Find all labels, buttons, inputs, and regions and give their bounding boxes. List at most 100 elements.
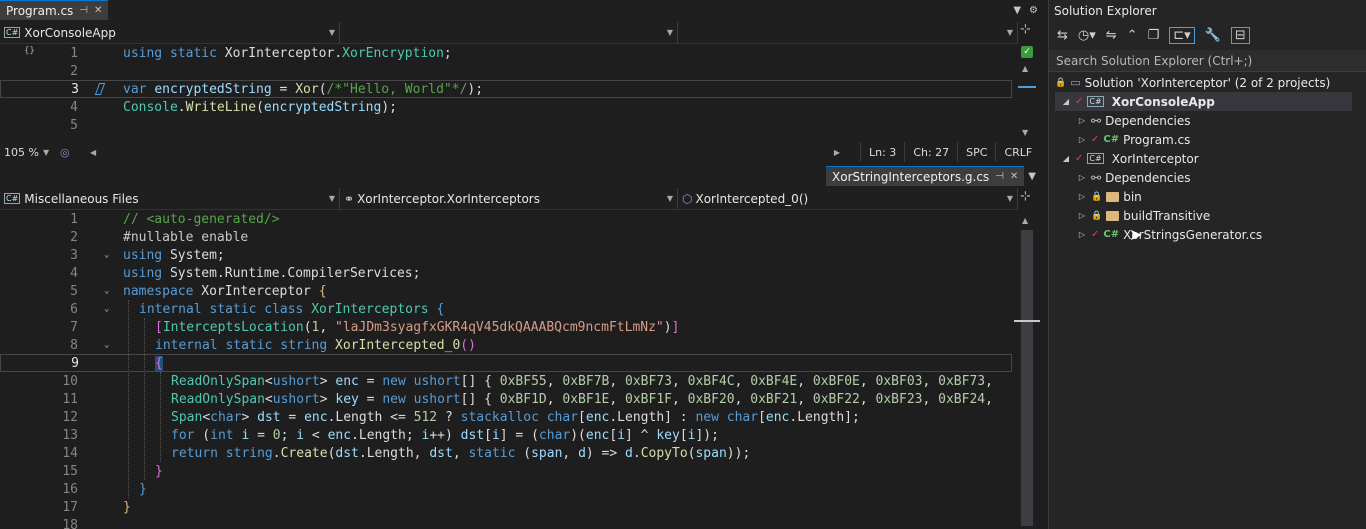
scroll-left-icon[interactable]: ◀ [90,148,96,157]
collapsed-chevron-icon[interactable]: ▷ [1077,192,1087,201]
preview-icon[interactable]: ⊟ [1230,26,1250,44]
tree-item-xorstringsgenerator[interactable]: ▷ ✓ C# XorStringsGenerator.cs [1077,225,1262,244]
code-line-current[interactable]: 9 { [0,354,1012,372]
project-dropdown[interactable]: C# XorConsoleApp ▼ [0,22,340,43]
sync-icon[interactable]: ⇋ [1106,28,1117,43]
settings-gear-icon[interactable]: ⚙ [1029,5,1038,16]
tree-item-label: XorConsoleApp [1111,94,1215,109]
scroll-up-icon[interactable]: ▲ [1022,64,1028,73]
tab-list-dropdown-icon[interactable]: ▼ [1028,171,1044,182]
code-line[interactable]: 2 #nullable enable [0,228,1018,246]
code-line[interactable]: 18 [0,516,1018,529]
tree-item-buildtransitive[interactable]: ▷ 🔒 buildTransitive [1077,206,1210,225]
tab-program-cs[interactable]: Program.cs ⊣ ✕ [0,0,109,20]
code-line[interactable]: 11 ReadOnlySpan<ushort> key = new ushort… [0,390,1018,408]
code-line[interactable]: 4 using System.Runtime.CompilerServices; [0,264,1018,282]
code-line[interactable]: 4 Console.WriteLine(encryptedString); [0,98,1018,116]
switch-views-icon[interactable]: ⇆ [1057,28,1068,43]
zoom-dropdown[interactable]: 105 % ▼ [0,146,60,159]
tab-label: XorStringInterceptors.g.cs [832,169,990,184]
code-line[interactable]: 13 for (int i = 0; i < enc.Length; i++) … [0,426,1018,444]
show-all-files-icon[interactable]: ⊏▾ [1169,26,1195,44]
scroll-down-icon[interactable]: ▼ [1022,128,1028,137]
collapsed-chevron-icon[interactable]: ▷ [1077,116,1087,125]
code-line[interactable]: 12 Span<char> dst = enc.Length <= 512 ? … [0,408,1018,426]
collapsed-chevron-icon[interactable]: ▷ [1077,211,1087,220]
member-dropdown[interactable]: ▼ [678,22,1018,43]
check-icon: ✓ [1075,96,1084,107]
pin-icon[interactable]: ⊣ [79,5,88,16]
pin-icon[interactable]: ⊣ [995,171,1004,182]
no-issues-check-icon[interactable]: ✓ [1021,46,1033,58]
collapse-all-icon[interactable]: ⌃ [1127,28,1138,43]
close-icon[interactable]: ✕ [94,5,102,16]
close-icon[interactable]: ✕ [1010,171,1018,182]
column-indicator[interactable]: Ch: 27 [904,142,957,162]
line-ending-indicator[interactable]: CRLF [995,142,1040,162]
expanded-chevron-icon[interactable]: ◢ [1061,154,1071,163]
split-window-icon[interactable]: ⊹ [1020,189,1031,204]
spacing-indicator[interactable]: SPC [957,142,995,162]
tree-item-program-cs[interactable]: ▷ ✓ C# Program.cs [1077,130,1190,149]
csharp-project-icon: C# [4,193,21,204]
history-icon[interactable]: ◷▾ [1078,28,1096,43]
code-line[interactable]: 17 } [0,498,1018,516]
code-line[interactable]: 1 // <auto-generated/> [0,210,1018,228]
code-line[interactable]: 14 return string.Create(dst.Length, dst,… [0,444,1018,462]
scroll-caret-marker [1014,320,1040,322]
code-line[interactable]: 6 internal static class XorInterceptors … [0,300,1018,318]
code-line[interactable]: 5 [0,116,1018,134]
lock-icon: 🔒 [1091,191,1103,202]
code-text: } [155,463,163,479]
code-line[interactable]: 5 namespace XorInterceptor { [0,282,1018,300]
project-dropdown[interactable]: C# Miscellaneous Files ▼ [0,188,340,209]
line-number: 4 [70,265,78,281]
scroll-up-icon[interactable]: ▲ [1022,216,1028,225]
type-dropdown[interactable]: ⚭ XorInterceptor.XorInterceptors ▼ [340,188,678,209]
tab-xorstringinterceptors[interactable]: XorStringInterceptors.g.cs ⊣ ✕ [826,166,1025,186]
top-code-editor[interactable]: {} 1 using static XorInterceptor.XorEncr… [0,44,1018,142]
collapsed-chevron-icon[interactable]: ▷ [1077,230,1087,239]
line-number: 12 [62,409,78,425]
scroll-thumb[interactable] [1021,230,1033,526]
split-window-icon[interactable]: ⊹ [1020,22,1031,37]
code-line[interactable]: 16 } [0,480,1018,498]
code-line[interactable]: 1 using static XorInterceptor.XorEncrypt… [0,44,1018,62]
code-line[interactable]: 15 } [0,462,1018,480]
copy-icon[interactable]: ❐ [1148,28,1160,43]
member-dropdown-label: XorIntercepted_0() [695,191,809,206]
code-line[interactable]: 8 internal static string XorIntercepted_… [0,336,1018,354]
type-dropdown[interactable]: ▼ [340,22,678,43]
member-dropdown[interactable]: ⬡ XorIntercepted_0() ▼ [678,188,1018,209]
tree-item-label: Solution 'XorInterceptor' (2 of 2 projec… [1084,75,1331,90]
solution-search-input[interactable]: Search Solution Explorer (Ctrl+;) [1049,50,1366,72]
code-line-current[interactable]: 3 var encryptedString = Xor(/*"Hello, Wo… [0,80,1012,98]
tree-item-label: XorInterceptor [1111,151,1199,166]
type-dropdown-label: XorInterceptor.XorInterceptors [357,191,540,206]
collapsed-chevron-icon[interactable]: ▷ [1077,173,1087,182]
tree-item-xorconsoleapp[interactable]: ◢ ✓ C# XorConsoleApp [1055,92,1352,111]
tree-item-solution[interactable]: 🔒 ▭ Solution 'XorInterceptor' (2 of 2 pr… [1055,73,1330,92]
tree-item-label: Dependencies [1105,170,1191,185]
tree-item-dependencies[interactable]: ▷ ⚯ Dependencies [1077,168,1191,187]
code-line[interactable]: 7 [InterceptsLocation(1, "laJDm3syagfxGK… [0,318,1018,336]
bottom-code-editor[interactable]: ⌄ ⌄ ⌄ ⌄ 1 // <auto-generated/> 2 #nullab… [0,210,1018,529]
code-line[interactable]: 3 using System; [0,246,1018,264]
tree-item-bin[interactable]: ▷ 🔒 bin [1077,187,1142,206]
bottom-vertical-scrollbar[interactable]: ▲ [1014,210,1040,529]
scroll-right-icon[interactable]: ▶ [834,148,840,157]
tree-item-xorinterceptor[interactable]: ◢ ✓ C# XorInterceptor [1061,149,1199,168]
top-vertical-scrollbar[interactable]: ▲ ▼ [1018,62,1036,142]
tab-list-dropdown-icon[interactable]: ▼ [1013,5,1021,16]
code-line[interactable]: 10 ReadOnlySpan<ushort> enc = new ushort… [0,372,1018,390]
chevron-down-icon: ▼ [666,28,673,37]
copilot-icon[interactable]: ◎ [60,146,90,159]
collapsed-chevron-icon[interactable]: ▷ [1077,135,1087,144]
horizontal-scrollbar[interactable]: ◀ ▶ [90,148,840,157]
properties-wrench-icon[interactable]: 🔧 [1205,28,1221,43]
tree-item-dependencies[interactable]: ▷ ⚯ Dependencies [1077,111,1191,130]
line-indicator[interactable]: Ln: 3 [860,142,904,162]
code-line[interactable]: 2 [0,62,1018,80]
expanded-chevron-icon[interactable]: ◢ [1061,97,1071,106]
tree-item-label: bin [1123,189,1142,204]
